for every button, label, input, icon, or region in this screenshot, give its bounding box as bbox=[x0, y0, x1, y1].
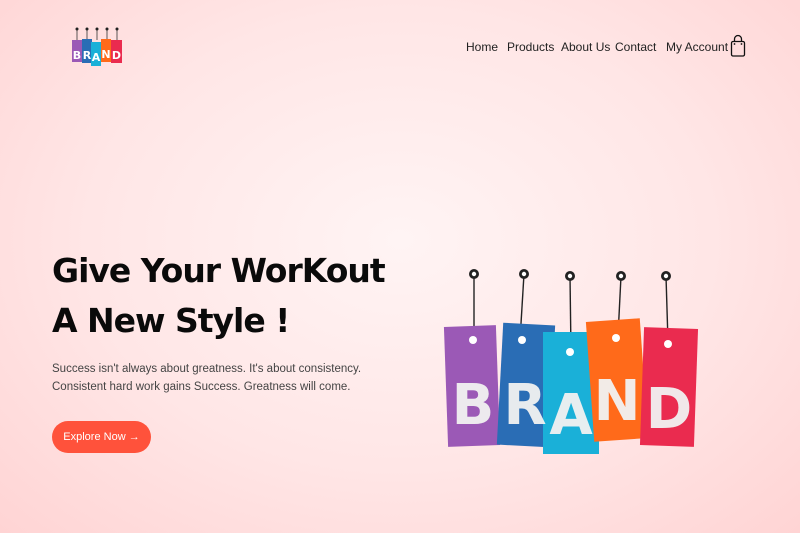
tag-letter: D bbox=[646, 377, 692, 442]
explore-now-button[interactable]: Explore Now → bbox=[52, 421, 151, 453]
hero-title: Give Your WorKout A New Style ! bbox=[52, 246, 386, 346]
navbar: B R A N D Home Products About Us Contact… bbox=[0, 0, 800, 100]
tag-letter: R bbox=[503, 373, 546, 438]
hero-description: Success isn't always about greatness. It… bbox=[52, 363, 362, 393]
tag-letter: N bbox=[594, 369, 641, 434]
nav-products[interactable]: Products bbox=[507, 40, 554, 54]
nav-contact[interactable]: Contact bbox=[615, 40, 656, 54]
hero-title-line-2: A New Style ! bbox=[52, 301, 290, 340]
hero-title-line-1: Give Your WorKout bbox=[52, 251, 386, 290]
logo-letter: B bbox=[73, 49, 81, 62]
shopping-bag-icon[interactable] bbox=[730, 34, 746, 58]
brand-logo[interactable]: B R A N D bbox=[70, 26, 128, 70]
nav-home[interactable]: Home bbox=[466, 40, 498, 54]
logo-letter: D bbox=[112, 49, 121, 62]
nav-about-us[interactable]: About Us bbox=[561, 40, 610, 54]
tag-letter: A bbox=[549, 383, 593, 448]
tag-letter: B bbox=[452, 373, 495, 438]
logo-letter: A bbox=[92, 51, 101, 64]
brand-tags-illustration: B R A N D bbox=[443, 269, 699, 454]
nav-my-account[interactable]: My Account bbox=[666, 40, 728, 54]
logo-letter: R bbox=[83, 49, 92, 62]
logo-letter: N bbox=[101, 48, 110, 61]
